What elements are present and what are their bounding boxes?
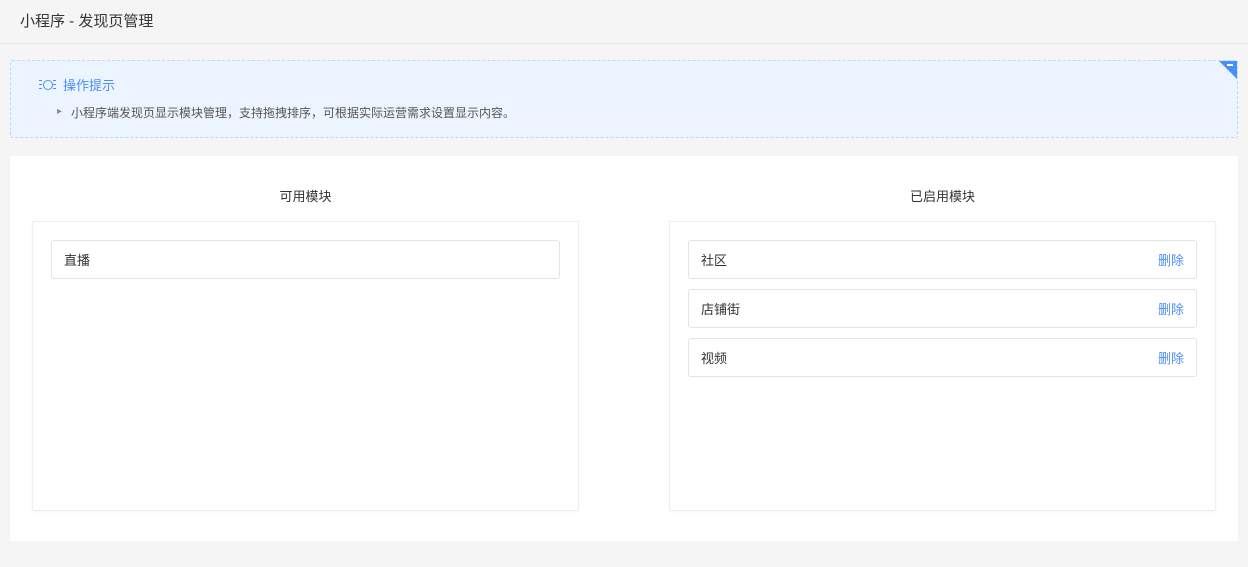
enabled-title: 已启用模块	[669, 186, 1216, 205]
page-title: 小程序 - 发现页管理	[20, 10, 1228, 31]
delete-button[interactable]: 删除	[1158, 299, 1184, 318]
tip-collapse-button[interactable]	[1219, 61, 1237, 79]
enabled-module-item[interactable]: 社区 删除	[688, 240, 1197, 279]
module-label: 直播	[64, 250, 90, 269]
tip-title: 操作提示	[63, 75, 115, 94]
available-module-item[interactable]: 直播	[51, 240, 560, 279]
enabled-module-item[interactable]: 视频 删除	[688, 338, 1197, 377]
enabled-module-item[interactable]: 店铺街 删除	[688, 289, 1197, 328]
content-area: 操作提示 小程序端发现页显示模块管理，支持拖拽排序，可根据实际运营需求设置显示内…	[0, 44, 1248, 557]
available-title: 可用模块	[32, 186, 579, 205]
enabled-column: 已启用模块 社区 删除 店铺街 删除 视频 删除	[669, 186, 1216, 511]
page-header: 小程序 - 发现页管理	[0, 0, 1248, 44]
tip-header: 操作提示	[41, 75, 1217, 94]
available-column: 可用模块 直播	[32, 186, 579, 511]
module-label: 社区	[701, 250, 727, 269]
delete-button[interactable]: 删除	[1158, 250, 1184, 269]
module-label: 店铺街	[701, 299, 740, 318]
available-module-box[interactable]: 直播	[32, 221, 579, 511]
delete-button[interactable]: 删除	[1158, 348, 1184, 367]
lightbulb-icon	[41, 78, 55, 92]
columns-wrapper: 可用模块 直播 已启用模块 社区 删除 店铺街 删除	[32, 186, 1216, 511]
main-panel: 可用模块 直播 已启用模块 社区 删除 店铺街 删除	[10, 156, 1238, 541]
enabled-module-box[interactable]: 社区 删除 店铺街 删除 视频 删除	[669, 221, 1216, 511]
tip-list: 小程序端发现页显示模块管理，支持拖拽排序，可根据实际运营需求设置显示内容。	[41, 104, 1217, 123]
module-label: 视频	[701, 348, 727, 367]
tip-item: 小程序端发现页显示模块管理，支持拖拽排序，可根据实际运营需求设置显示内容。	[71, 104, 1217, 123]
tip-box: 操作提示 小程序端发现页显示模块管理，支持拖拽排序，可根据实际运营需求设置显示内…	[10, 60, 1238, 138]
